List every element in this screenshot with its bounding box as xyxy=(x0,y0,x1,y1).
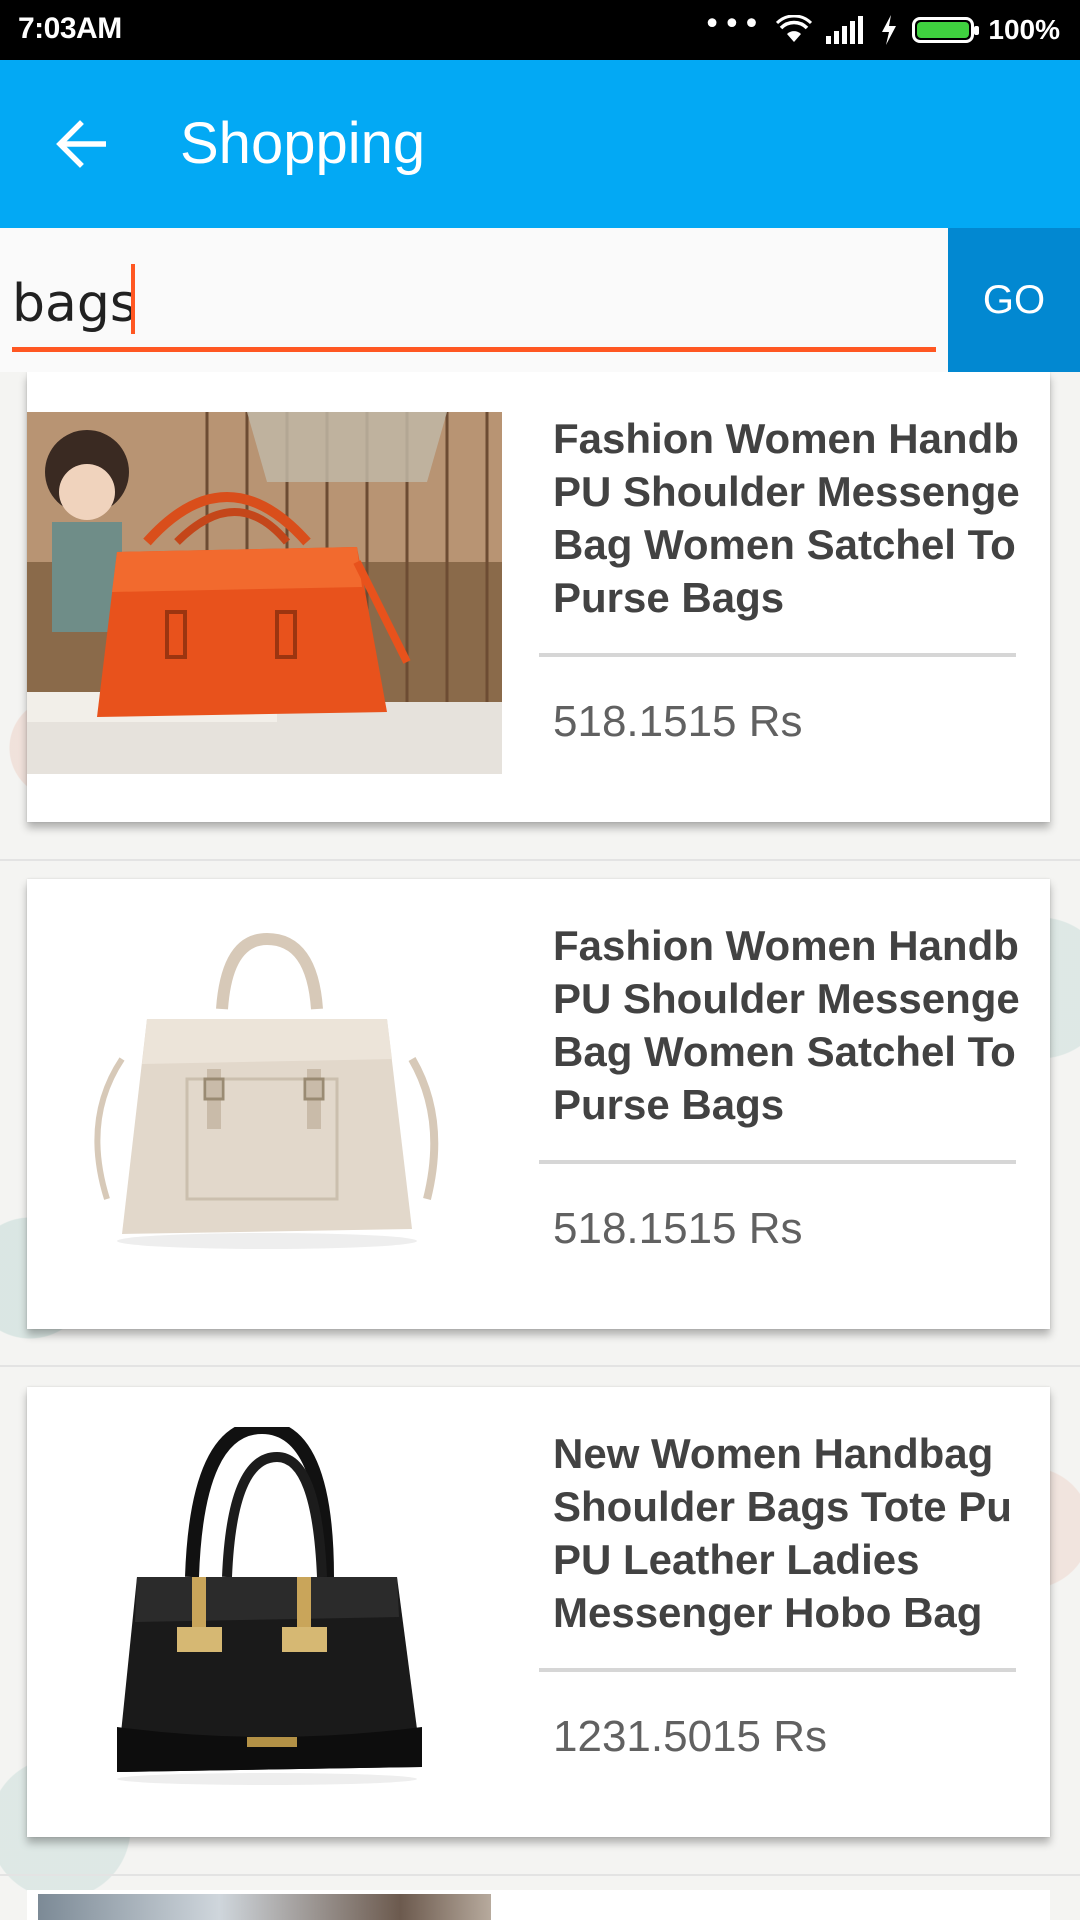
product-image-partial xyxy=(38,1894,491,1920)
row-separator xyxy=(0,1365,1080,1367)
text-caret xyxy=(131,264,135,334)
product-card[interactable]: Fashion Women Handb PU Shoulder Messenge… xyxy=(27,372,1050,822)
product-divider xyxy=(539,653,1016,657)
back-button[interactable] xyxy=(50,112,114,176)
product-price: 518.1515 Rs xyxy=(553,1204,803,1253)
black-handbag-image xyxy=(27,1427,502,1789)
app-bar: Shopping xyxy=(0,60,1080,228)
product-title[interactable]: New Women Handbag Shoulder Bags Tote Pu … xyxy=(553,1427,1041,1639)
product-list[interactable]: Fashion Women Handb PU Shoulder Messenge… xyxy=(0,372,1080,1920)
status-time: 7:03AM xyxy=(18,12,122,45)
product-card[interactable]: Fashion Women Handb PU Shoulder Messenge… xyxy=(27,879,1050,1329)
product-info: Fashion Women Handb PU Shoulder Messenge… xyxy=(553,919,1041,1131)
more-dots-icon: ••• xyxy=(703,7,763,42)
battery-percent: 100% xyxy=(988,14,1060,45)
product-card[interactable]: New Women Handbag Shoulder Bags Tote Pu … xyxy=(27,1387,1050,1837)
arrow-left-icon xyxy=(56,120,106,168)
page-title: Shopping xyxy=(180,111,426,176)
search-input[interactable] xyxy=(12,268,936,340)
product-price: 1231.5015 Rs xyxy=(553,1712,827,1761)
product-info: Fashion Women Handb PU Shoulder Messenge… xyxy=(553,412,1041,624)
status-bar: 7:03AM ••• 100% xyxy=(0,0,1080,60)
product-title[interactable]: Fashion Women Handb PU Shoulder Messenge… xyxy=(553,919,1041,1131)
charging-icon xyxy=(882,15,897,45)
go-button[interactable]: GO xyxy=(948,228,1080,372)
orange-handbag-image xyxy=(27,412,502,774)
product-info: New Women Handbag Shoulder Bags Tote Pu … xyxy=(553,1427,1041,1639)
search-underline xyxy=(12,347,936,352)
product-price: 518.1515 Rs xyxy=(553,697,803,746)
product-divider xyxy=(539,1668,1016,1672)
battery-icon xyxy=(912,17,980,43)
row-separator xyxy=(0,1874,1080,1876)
signal-icon xyxy=(826,16,864,44)
beige-handbag-image xyxy=(27,919,502,1281)
product-title[interactable]: Fashion Women Handb PU Shoulder Messenge… xyxy=(553,412,1041,624)
product-divider xyxy=(539,1160,1016,1164)
row-separator xyxy=(0,859,1080,861)
search-row: GO xyxy=(0,228,1080,372)
status-icons: ••• 100% xyxy=(703,10,1060,50)
search-box xyxy=(0,228,948,372)
wifi-icon xyxy=(776,15,813,42)
